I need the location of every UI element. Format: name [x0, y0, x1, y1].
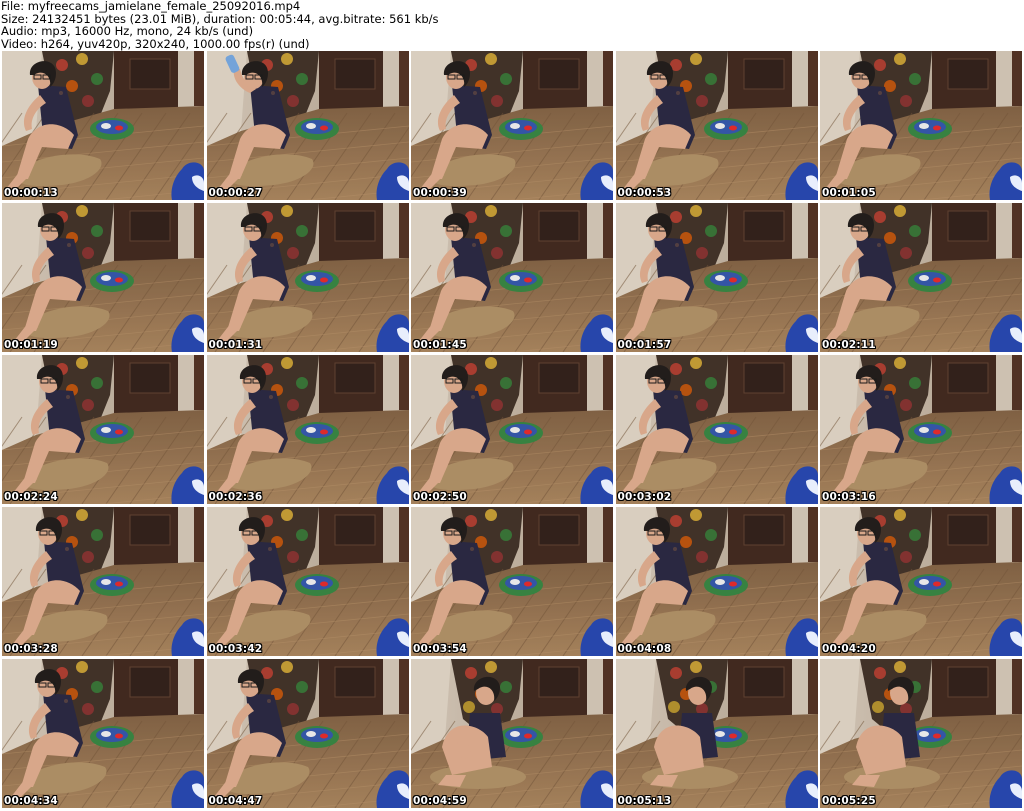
- video-thumbnail[interactable]: 00:01:57: [615, 203, 818, 352]
- thumbnail-frame-image: [2, 507, 204, 656]
- timestamp-label: 00:02:36: [208, 491, 263, 503]
- video-thumbnail[interactable]: 00:01:05: [820, 51, 1022, 200]
- timestamp-label: 00:02:50: [413, 491, 467, 503]
- thumbnail-frame-image: [206, 355, 409, 504]
- timestamp-label: 00:04:20: [822, 643, 876, 655]
- timestamp-label: 00:00:39: [413, 187, 467, 199]
- video-thumbnail[interactable]: 00:00:13: [2, 51, 204, 200]
- thumbnail-frame-image: [411, 51, 613, 200]
- video-thumbnail[interactable]: 00:04:47: [206, 659, 409, 808]
- timestamp-label: 00:00:53: [617, 187, 672, 199]
- thumbnail-grid: 00:00:13 00:00:27 00:00:39 00:00:53 00:01:05…: [0, 51, 1024, 811]
- video-thumbnail[interactable]: 00:02:11: [820, 203, 1022, 352]
- timestamp-label: 00:03:54: [413, 643, 467, 655]
- video-thumbnail[interactable]: 00:04:34: [2, 659, 204, 808]
- thumbnail-frame-image: [411, 355, 613, 504]
- video-thumbnail[interactable]: 00:03:28: [2, 507, 204, 656]
- timestamp-label: 00:02:11: [822, 339, 876, 351]
- timestamp-label: 00:01:19: [4, 339, 58, 351]
- thumbnail-frame-image: [2, 51, 204, 200]
- timestamp-label: 00:04:47: [208, 795, 263, 807]
- timestamp-label: 00:04:59: [413, 795, 467, 807]
- thumbnail-frame-image: [411, 203, 613, 352]
- thumbnail-frame-image: [820, 507, 1022, 656]
- timestamp-label: 00:03:42: [208, 643, 263, 655]
- video-thumbnail[interactable]: 00:05:13: [615, 659, 818, 808]
- timestamp-label: 00:04:08: [617, 643, 672, 655]
- timestamp-label: 00:01:05: [822, 187, 876, 199]
- video-thumbnail[interactable]: 00:03:16: [820, 355, 1022, 504]
- thumbnail-frame-image: [411, 659, 613, 808]
- video-thumbnail[interactable]: 00:03:54: [411, 507, 613, 656]
- timestamp-label: 00:02:24: [4, 491, 58, 503]
- thumbnail-frame-image: [2, 203, 204, 352]
- thumbnail-frame-image: [615, 355, 818, 504]
- thumbnail-frame-image: [2, 659, 204, 808]
- thumbnail-frame-image: [820, 355, 1022, 504]
- video-thumbnail[interactable]: 00:03:02: [615, 355, 818, 504]
- thumbnail-frame-image: [615, 659, 818, 808]
- thumbnail-frame-image: [615, 507, 818, 656]
- timestamp-label: 00:00:13: [4, 187, 58, 199]
- video-thumbnail[interactable]: 00:05:25: [820, 659, 1022, 808]
- video-thumbnail[interactable]: 00:03:42: [206, 507, 409, 656]
- timestamp-label: 00:01:45: [413, 339, 467, 351]
- thumbnail-frame-image: [206, 51, 409, 200]
- video-thumbnail[interactable]: 00:01:19: [2, 203, 204, 352]
- timestamp-label: 00:05:13: [617, 795, 672, 807]
- timestamp-label: 00:03:28: [4, 643, 58, 655]
- timestamp-label: 00:01:57: [617, 339, 672, 351]
- video-thumbnail[interactable]: 00:04:20: [820, 507, 1022, 656]
- video-thumbnail[interactable]: 00:04:59: [411, 659, 613, 808]
- timestamp-label: 00:00:27: [208, 187, 263, 199]
- video-thumbnail[interactable]: 00:02:36: [206, 355, 409, 504]
- thumbnail-frame-image: [820, 659, 1022, 808]
- video-info-line: Video: h264, yuv420p, 320x240, 1000.00 f…: [1, 36, 310, 51]
- video-thumbnail[interactable]: 00:01:31: [206, 203, 409, 352]
- thumbnail-frame-image: [206, 659, 409, 808]
- video-thumbnail[interactable]: 00:02:50: [411, 355, 613, 504]
- video-thumbnail[interactable]: 00:00:39: [411, 51, 613, 200]
- timestamp-label: 00:03:02: [617, 491, 672, 503]
- audio-info-line: Audio: mp3, 16000 Hz, mono, 24 kb/s (und…: [1, 24, 254, 38]
- thumbnail-frame-image: [2, 355, 204, 504]
- thumbnail-frame-image: [206, 507, 409, 656]
- thumbnail-frame-image: [820, 203, 1022, 352]
- timestamp-label: 00:04:34: [4, 795, 58, 807]
- video-thumbnail[interactable]: 00:02:24: [2, 355, 204, 504]
- thumbnail-frame-image: [206, 203, 409, 352]
- video-thumbnail[interactable]: 00:01:45: [411, 203, 613, 352]
- video-thumbnail[interactable]: 00:04:08: [615, 507, 818, 656]
- thumbnail-frame-image: [615, 203, 818, 352]
- thumbnail-frame-image: [615, 51, 818, 200]
- timestamp-label: 00:01:31: [208, 339, 263, 351]
- timestamp-label: 00:05:25: [822, 795, 876, 807]
- timestamp-label: 00:03:16: [822, 491, 876, 503]
- thumbnail-frame-image: [411, 507, 613, 656]
- file-name-line: File: myfreecams_jamielane_female_250920…: [1, 0, 301, 13]
- video-thumbnail[interactable]: 00:00:27: [206, 51, 409, 200]
- video-thumbnail[interactable]: 00:00:53: [615, 51, 818, 200]
- info-header: File: myfreecams_jamielane_female_250920…: [1, 0, 1021, 50]
- thumbnail-frame-image: [820, 51, 1022, 200]
